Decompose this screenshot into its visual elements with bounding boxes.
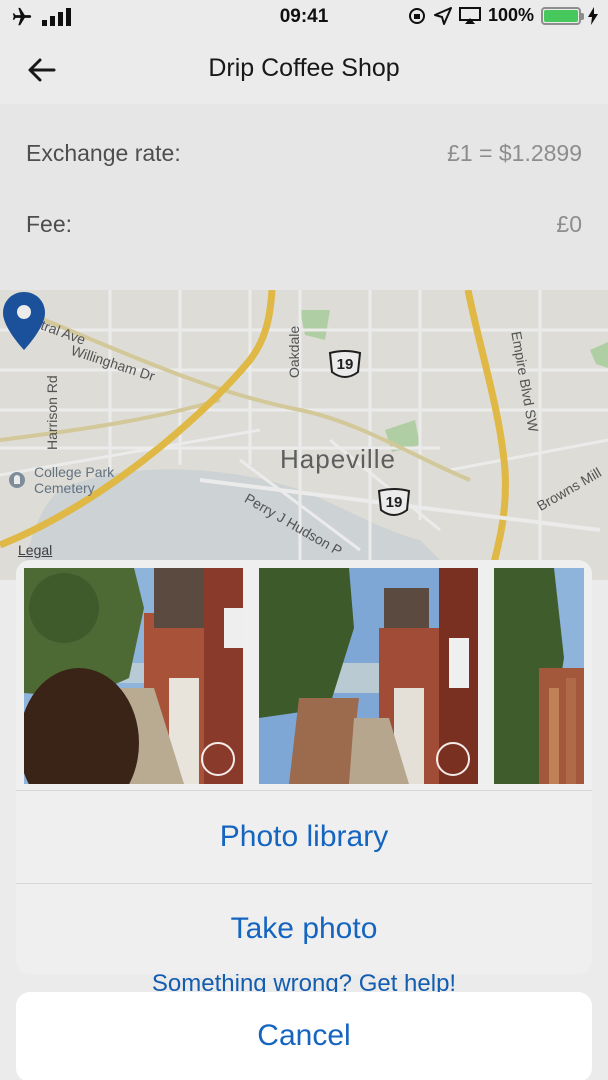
photo-thumbnail[interactable]	[494, 568, 584, 784]
photo-thumbnail[interactable]	[259, 568, 478, 784]
take-photo-button[interactable]: Take photo	[16, 883, 592, 974]
photo-action-sheet: Photo library Take photo	[16, 560, 592, 974]
photo-thumbnail[interactable]	[24, 568, 243, 784]
photo-library-button[interactable]: Photo library	[16, 791, 592, 883]
recent-photos-strip[interactable]	[16, 560, 592, 790]
cancel-button[interactable]: Cancel	[16, 992, 592, 1080]
photo-select-circle[interactable]	[201, 742, 235, 776]
photo-select-circle[interactable]	[436, 742, 470, 776]
